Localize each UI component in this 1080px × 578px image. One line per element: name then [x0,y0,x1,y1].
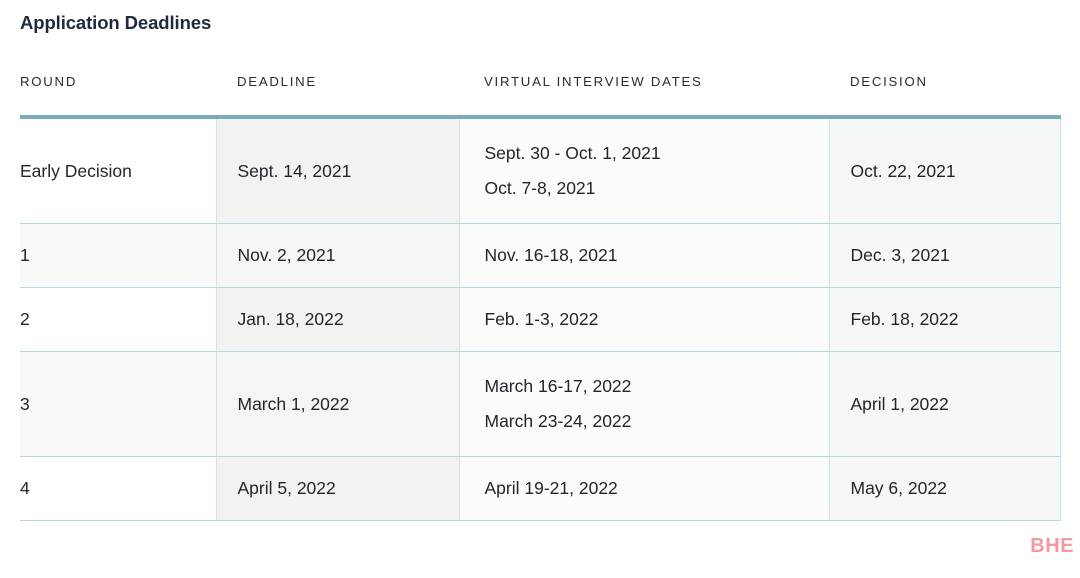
cell-text: Sept. 14, 2021 [237,160,352,181]
page-title: Application Deadlines [20,12,212,33]
watermark-bhe: BHE [1030,535,1074,557]
cell-text: March 16-17, 2022 [484,376,632,396]
cell-text: 1 [20,245,30,265]
table-row: 4 April 5, 2022 April 19-21, 2022 May 6,… [20,456,1061,521]
cell-deadline: Sept. 14, 2021 [215,115,460,224]
cell-text: Jan. 18, 2022 [237,309,344,329]
column-header-decision: DECISION [829,74,1060,117]
cell-interview: Feb. 1-3, 2022 [458,287,830,352]
cell-round: Early Decision [20,115,217,224]
cell-text: Oct. 22, 2021 [850,160,956,181]
cell-text: Nov. 16-18, 2021 [484,245,618,265]
cell-round: 1 [20,223,217,288]
table-row: 3 March 1, 2022 March 16-17, 2022 March … [20,351,1061,457]
column-header-decision-label: DECISION [850,74,928,89]
cell-text: Dec. 3, 2021 [850,245,950,265]
cell-deadline: Nov. 2, 2021 [215,223,460,288]
cell-interview: April 19-21, 2022 [458,456,830,521]
cell-text: 4 [20,478,30,498]
cell-text: 2 [20,309,30,329]
table-row: 1 Nov. 2, 2021 Nov. 16-18, 2021 Dec. 3, … [20,223,1061,288]
cell-interview: Nov. 16-18, 2021 [458,223,830,288]
column-header-interview-label: VIRTUAL INTERVIEW DATES [484,74,703,89]
application-deadlines-table: ROUND DEADLINE VIRTUAL INTERVIEW DATES D… [20,74,1061,521]
cell-decision: April 1, 2022 [828,351,1061,457]
cell-text: April 19-21, 2022 [484,478,618,498]
cell-decision: Oct. 22, 2021 [828,115,1061,224]
column-header-round-label: ROUND [20,74,78,89]
column-header-deadline: DEADLINE [216,74,459,117]
cell-deadline: April 5, 2022 [215,456,460,521]
cell-round: 2 [20,287,217,352]
cell-text: Nov. 2, 2021 [237,245,336,265]
cell-text: Feb. 18, 2022 [850,309,959,329]
cell-text: Feb. 1-3, 2022 [484,309,599,329]
column-header-deadline-label: DEADLINE [237,74,317,89]
cell-text: Oct. 7-8, 2021 [484,178,596,198]
page-root: Application Deadlines ROUND DEADLINE VIR… [0,0,1080,578]
cell-text: March 1, 2022 [237,393,350,414]
cell-text: 3 [20,393,30,414]
table-header: ROUND DEADLINE VIRTUAL INTERVIEW DATES D… [20,74,1060,117]
cell-deadline: Jan. 18, 2022 [215,287,460,352]
cell-round: 4 [20,456,217,521]
cell-text: May 6, 2022 [850,478,947,498]
cell-interview: March 16-17, 2022 March 23-24, 2022 [458,351,830,457]
column-header-interview: VIRTUAL INTERVIEW DATES [459,74,829,117]
table-row: Early Decision Sept. 14, 2021 Sept. 30 -… [20,115,1061,224]
cell-decision: Dec. 3, 2021 [828,223,1061,288]
table-row: 2 Jan. 18, 2022 Feb. 1-3, 2022 Feb. 18, … [20,287,1061,352]
cell-deadline: March 1, 2022 [215,351,460,457]
cell-decision: Feb. 18, 2022 [828,287,1061,352]
cell-decision: May 6, 2022 [828,456,1061,521]
cell-text: March 23-24, 2022 [484,411,632,431]
cell-interview: Sept. 30 - Oct. 1, 2021 Oct. 7-8, 2021 [458,115,830,224]
column-header-round: ROUND [20,74,216,117]
cell-round: 3 [20,351,217,457]
cell-text: Sept. 30 - Oct. 1, 2021 [484,143,661,163]
cell-text: Early Decision [20,160,132,181]
table-body: Early Decision Sept. 14, 2021 Sept. 30 -… [20,115,1061,521]
table-header-row: ROUND DEADLINE VIRTUAL INTERVIEW DATES D… [20,74,1060,117]
cell-text: April 1, 2022 [850,393,949,414]
cell-text: April 5, 2022 [237,478,336,498]
